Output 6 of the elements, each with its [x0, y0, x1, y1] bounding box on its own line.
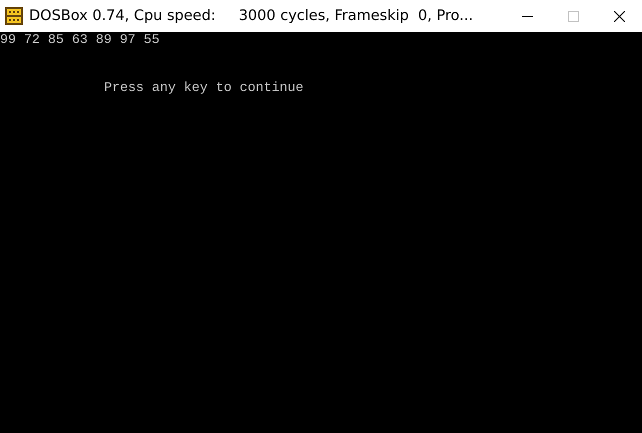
console-output: 99 72 85 63 89 97 55 — [0, 32, 160, 47]
window-title: DOSBox 0.74, Cpu speed: 3000 cycles, Frameskip 0, Pro... — [29, 8, 474, 24]
close-icon — [614, 10, 624, 22]
console-prompt: Press any key to continue — [104, 80, 304, 95]
app-logo-icon — [5, 7, 23, 25]
maximize-icon — [568, 10, 578, 22]
